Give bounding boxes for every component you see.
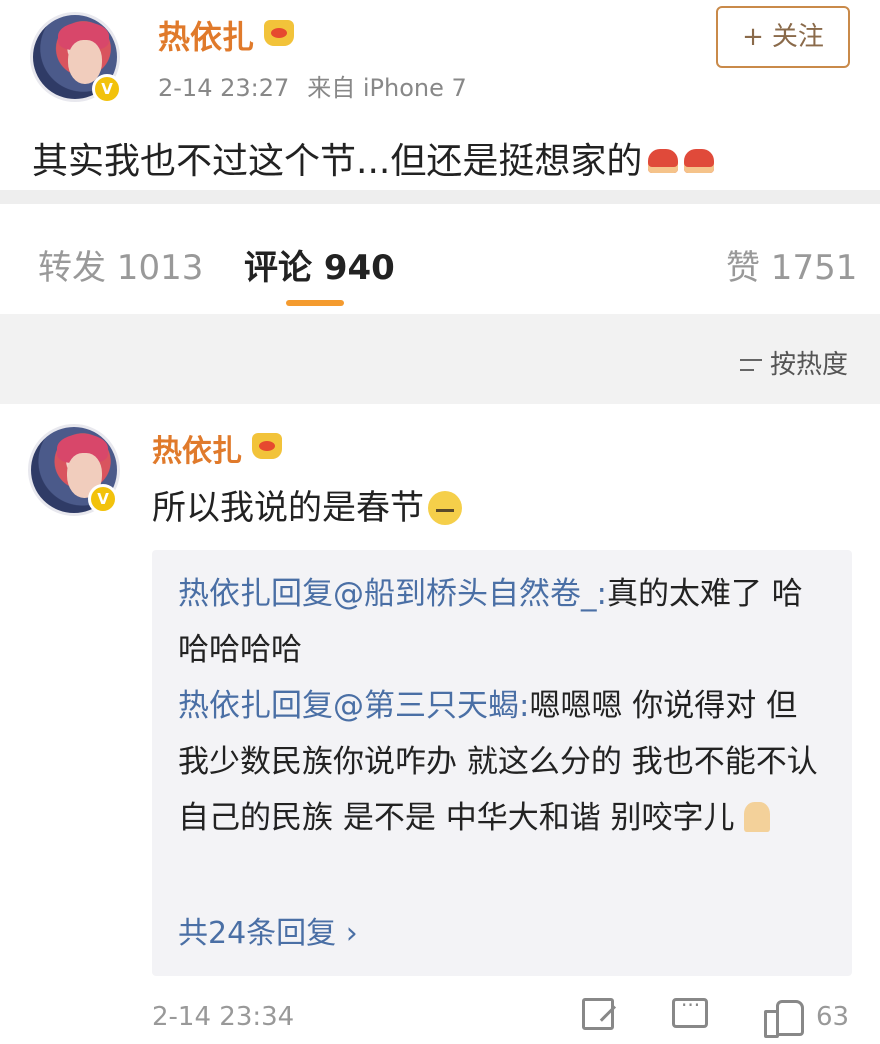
- tab-comments[interactable]: 评论 940: [244, 240, 395, 289]
- reply-item[interactable]: 热依扎回复@第三只天蝎:嗯嗯嗯 你说得对 但我少数民族你说咋办 就这么分的 我也…: [178, 678, 818, 846]
- reply-author[interactable]: 热依扎回复@第三只天蝎:: [178, 688, 529, 724]
- more-replies-link[interactable]: 共24条回复 ›: [178, 908, 358, 952]
- reply-box[interactable]: 热依扎回复@船到桥头自然卷_:真的太难了 哈哈哈哈哈 热依扎回复@第三只天蝎:嗯…: [152, 550, 852, 976]
- comment-content-text: 所以我说的是春节: [152, 488, 424, 528]
- post-content: 其实我也不过这个节...但还是挺想家的: [32, 132, 715, 184]
- pork-emoji-icon-2: [684, 149, 715, 173]
- tab-repost[interactable]: 转发 1013: [38, 240, 203, 289]
- verified-badge-icon: V: [88, 484, 118, 514]
- sort-label: 按热度: [769, 350, 848, 380]
- like-count: 63: [816, 1002, 850, 1032]
- weibo-post: V 热依扎 2-14 23:27 来自 iPhone 7 + 关注 其实我也不过这个…: [0, 0, 880, 190]
- sort-by-hot-button[interactable]: 按热度: [739, 344, 848, 381]
- post-content-text: 其实我也不过这个节...但还是挺想家的: [32, 141, 643, 182]
- active-tab-indicator: [286, 300, 344, 306]
- follow-label: 关注: [771, 22, 824, 52]
- share-icon[interactable]: [582, 998, 614, 1030]
- comment-content: 所以我说的是春节: [152, 480, 462, 529]
- post-source: 来自 iPhone 7: [307, 74, 467, 102]
- like-icon[interactable]: [764, 998, 804, 1038]
- post-username-text[interactable]: 热依扎: [158, 18, 254, 56]
- sort-icon: [739, 355, 764, 375]
- post-tabs: 转发 1013 评论 940 赞 1751: [0, 204, 880, 314]
- reply-icon[interactable]: [672, 993, 708, 1028]
- post-meta: 2-14 23:27 来自 iPhone 7: [158, 68, 467, 103]
- tab-likes[interactable]: 赞 1751: [726, 240, 857, 289]
- pork-emoji-icon: [648, 149, 679, 173]
- follow-button[interactable]: + 关注: [716, 6, 850, 68]
- awkward-smile-emoji-icon: [428, 491, 462, 525]
- section-divider: [0, 190, 880, 204]
- crown-icon: [264, 20, 295, 46]
- post-time: 2-14 23:27: [158, 74, 290, 102]
- comment-item: V 热依扎 所以我说的是春节 热依扎回复@船到桥头自然卷_:真的太难了 哈哈哈哈…: [0, 404, 880, 1044]
- plus-icon: +: [742, 22, 764, 52]
- reply-author[interactable]: 热依扎回复@船到桥头自然卷_:: [178, 576, 607, 612]
- comment-username[interactable]: 热依扎: [152, 426, 282, 470]
- comment-username-text[interactable]: 热依扎: [152, 434, 242, 469]
- praying-hands-icon: [744, 802, 771, 832]
- verified-badge-icon: V: [92, 74, 122, 104]
- sort-bar: 按热度: [0, 314, 880, 404]
- reply-item[interactable]: 热依扎回复@船到桥头自然卷_:真的太难了 哈哈哈哈哈: [178, 566, 818, 678]
- post-username[interactable]: 热依扎: [158, 12, 295, 58]
- comment-time: 2-14 23:34: [152, 1002, 295, 1032]
- crown-icon: [252, 433, 282, 459]
